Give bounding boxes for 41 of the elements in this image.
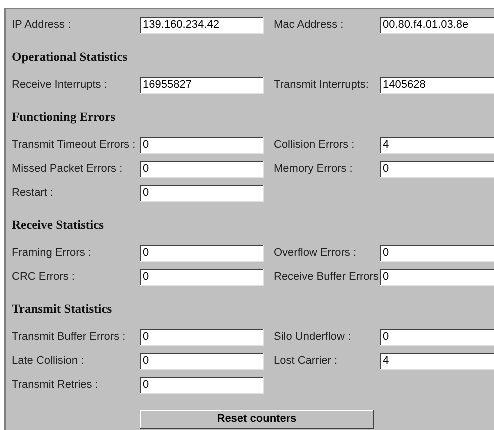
counter-field[interactable]: 0 xyxy=(140,376,264,394)
field-label: Transmit Timeout Errors : xyxy=(12,138,137,153)
counter-field[interactable]: 0 xyxy=(140,244,264,262)
field-label: Mac Address : xyxy=(274,18,345,33)
field-label: Transmit Buffer Errors : xyxy=(12,330,127,345)
counter-field[interactable]: 139.160.234.42 xyxy=(140,16,264,34)
counter-field[interactable]: 0 xyxy=(140,352,264,370)
field-label: Transmit Retries : xyxy=(12,378,100,393)
reset-counters-button[interactable]: Reset counters xyxy=(140,410,374,429)
section-heading: Functioning Errors xyxy=(12,108,116,126)
counter-field[interactable]: 0 xyxy=(380,160,494,178)
counter-field[interactable]: 0 xyxy=(380,268,494,286)
counter-field[interactable]: 4 xyxy=(380,136,494,154)
field-label: Late Collision : xyxy=(12,354,86,369)
field-label: Overflow Errors : xyxy=(274,246,358,261)
counter-field[interactable]: 16955827 xyxy=(140,76,264,94)
field-label: Receive Interrupts : xyxy=(12,78,108,93)
counter-field[interactable]: 1405628 xyxy=(380,76,494,94)
field-label: Collision Errors : xyxy=(274,138,356,153)
counter-field[interactable]: 0 xyxy=(140,136,264,154)
counter-field[interactable]: 0 xyxy=(140,184,264,202)
field-label: IP Address : xyxy=(12,18,72,33)
section-heading: Operational Statistics xyxy=(12,48,128,66)
section-heading: Transmit Statistics xyxy=(12,300,112,318)
section-heading: Receive Statistics xyxy=(12,216,104,234)
field-label: Transmit Interrupts: xyxy=(274,78,370,93)
counter-field[interactable]: 0 xyxy=(140,160,264,178)
counter-field[interactable]: 0 xyxy=(140,328,264,346)
field-label: Receive Buffer Errors: xyxy=(274,270,380,285)
counter-field[interactable]: 0 xyxy=(380,328,494,346)
counter-field[interactable]: 0 xyxy=(380,244,494,262)
field-label: Memory Errors : xyxy=(274,162,354,177)
field-label: CRC Errors : xyxy=(12,270,76,285)
field-label: Lost Carrier : xyxy=(274,354,339,369)
field-label: Restart : xyxy=(12,186,55,201)
field-label: Framing Errors : xyxy=(12,246,92,261)
counter-field[interactable]: 00.80.f4.01.03.8e xyxy=(380,16,494,34)
counter-field[interactable]: 0 xyxy=(140,268,264,286)
counter-field[interactable]: 4 xyxy=(380,352,494,370)
field-label: Missed Packet Errors : xyxy=(12,162,124,177)
field-label: Silo Underflow : xyxy=(274,330,352,345)
